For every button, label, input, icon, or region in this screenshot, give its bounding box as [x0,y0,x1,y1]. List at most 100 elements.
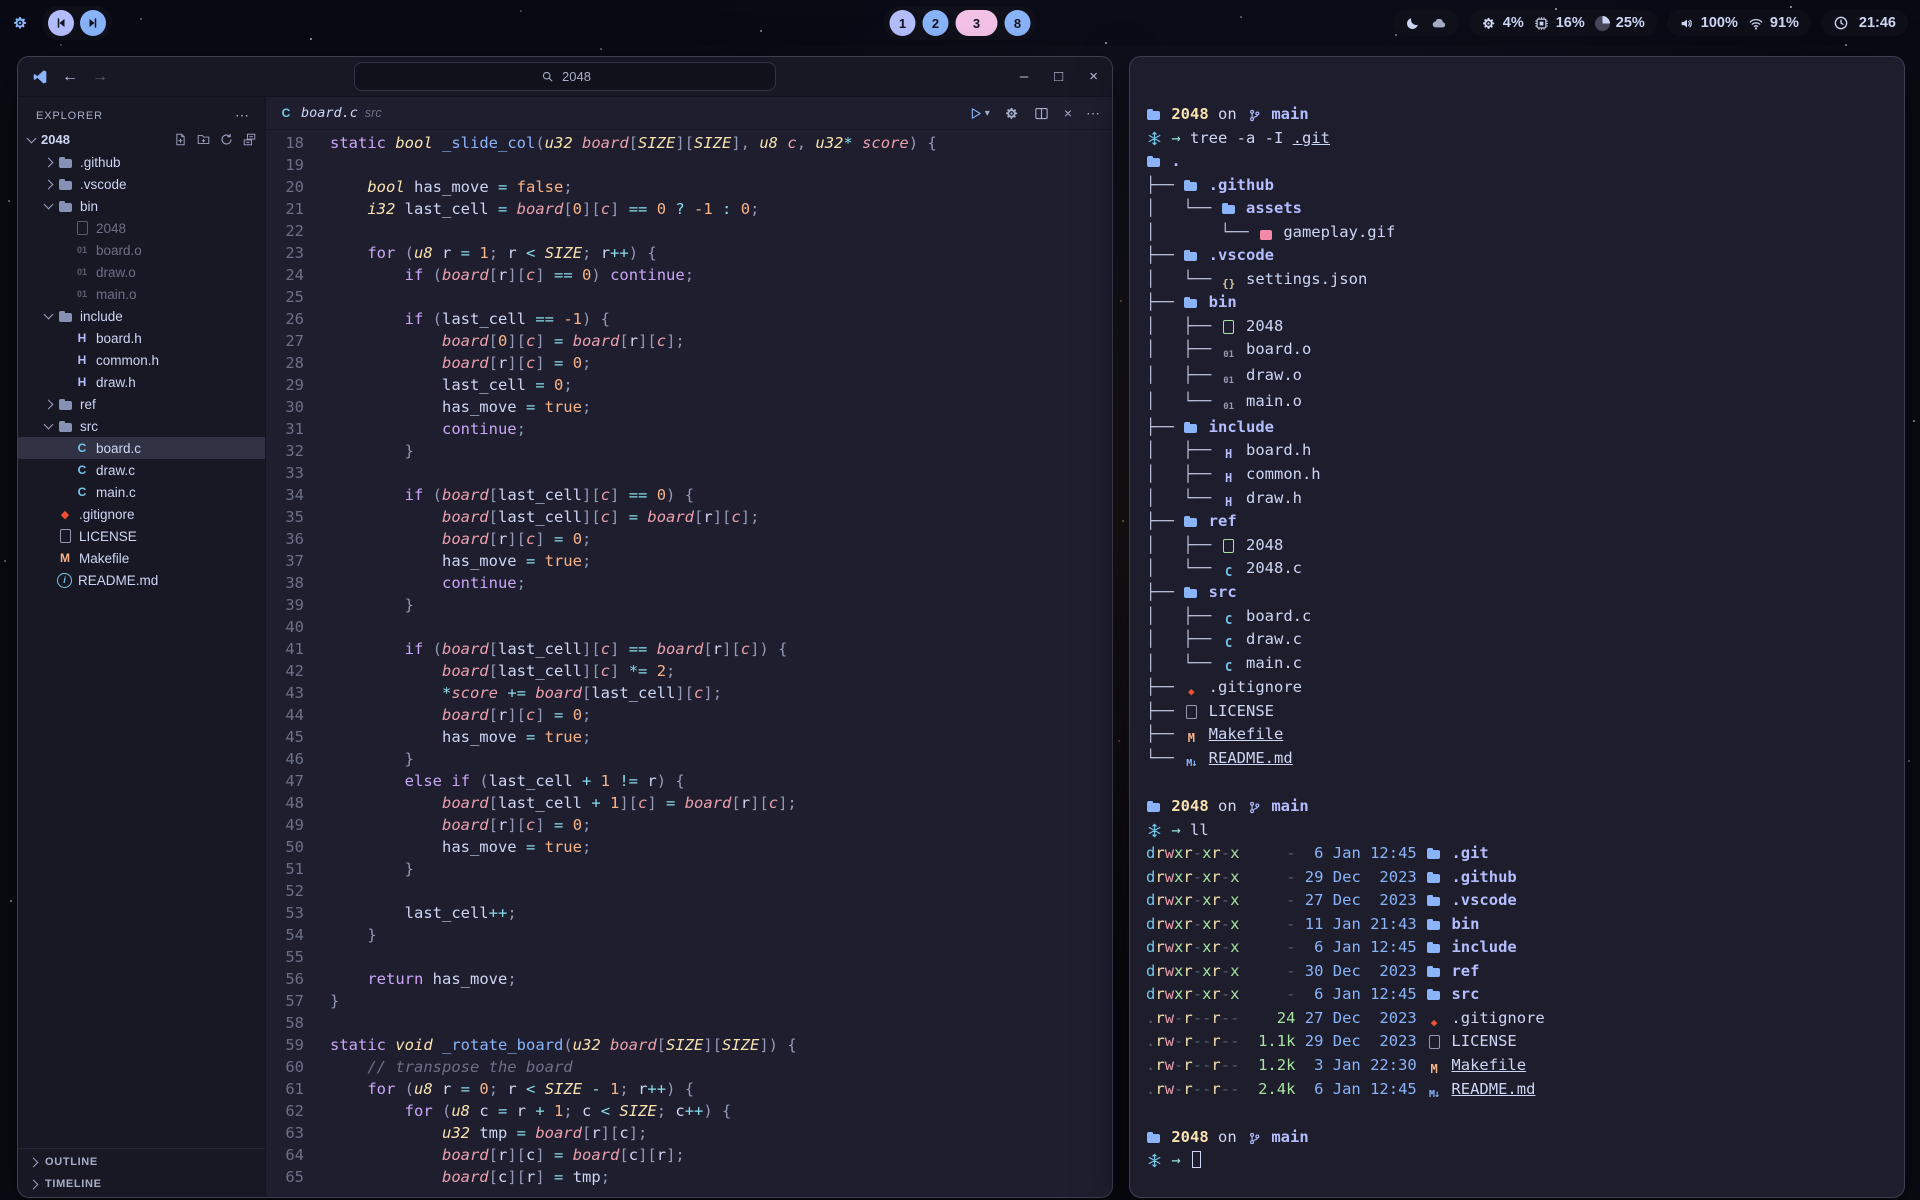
code-line[interactable]: 53 last_cell++; [266,902,1112,924]
new-file-button[interactable] [172,132,188,148]
code-line[interactable]: 23 for (u8 r = 1; r < SIZE; r++) { [266,242,1112,264]
code-line[interactable]: 64 board[r][c] = board[c][r]; [266,1144,1112,1166]
tree-item-main.c[interactable]: Cmain.c [18,481,265,503]
terminal-window[interactable]: 2048 on main → tree -a -I .git .├── .git… [1129,56,1905,1198]
command-center-search[interactable]: 2048 [354,62,776,91]
code-line[interactable]: 61 for (u8 r = 0; r < SIZE - 1; r++) { [266,1078,1112,1100]
tree-item-ref[interactable]: ref [18,393,265,415]
tree-item-draw.h[interactable]: Hdraw.h [18,371,265,393]
code-line[interactable]: 48 board[last_cell + 1][c] = board[r][c]… [266,792,1112,814]
tree-item-.github[interactable]: .github [18,151,265,173]
code-line[interactable]: 32 } [266,440,1112,462]
tree-item-include[interactable]: include [18,305,265,327]
run-file-button[interactable]: ▾ [968,105,990,121]
code-line[interactable]: 34 if (board[last_cell][c] == 0) { [266,484,1112,506]
tree-item-board.h[interactable]: Hboard.h [18,327,265,349]
code-line[interactable]: 36 board[r][c] = 0; [266,528,1112,550]
tree-item-.vscode[interactable]: .vscode [18,173,265,195]
vscode-titlebar[interactable]: ← → 2048 – □ × [18,57,1112,97]
workspace-3[interactable]: 3 [956,10,998,36]
tree-item-board.o[interactable]: 01board.o [18,239,265,261]
refresh-explorer-button[interactable] [218,132,234,148]
tree-item-.gitignore[interactable]: ◆.gitignore [18,503,265,525]
code-line[interactable]: 49 board[r][c] = 0; [266,814,1112,836]
code-line[interactable]: 46 } [266,748,1112,770]
workspace-2[interactable]: 2 [923,10,949,36]
os-logo-icon[interactable] [12,15,28,31]
code-line[interactable]: 20 bool has_move = false; [266,176,1112,198]
code-line[interactable]: 21 i32 last_cell = board[0][c] == 0 ? -1… [266,198,1112,220]
tree-item-2048[interactable]: 2048 [18,217,265,239]
code-line[interactable]: 56 return has_move; [266,968,1112,990]
code-line[interactable]: 26 if (last_cell == -1) { [266,308,1112,330]
code-line[interactable]: 25 [266,286,1112,308]
code-line[interactable]: 50 has_move = true; [266,836,1112,858]
explorer-more-button[interactable]: ⋯ [235,107,249,124]
minimize-button[interactable]: – [1020,68,1028,85]
code-line[interactable]: 30 has_move = true; [266,396,1112,418]
code-line[interactable]: 52 [266,880,1112,902]
code-line[interactable]: 55 [266,946,1112,968]
new-folder-button[interactable] [195,132,211,148]
code-line[interactable]: 65 board[c][r] = tmp; [266,1166,1112,1188]
tab-board.c[interactable]: C board.c src [278,105,382,121]
project-root-row[interactable]: 2048 [18,128,265,151]
audio-network[interactable]: 100% 91% [1667,10,1811,36]
tree-item-draw.c[interactable]: Cdraw.c [18,459,265,481]
split-editor-button[interactable] [1034,105,1050,121]
nav-forward-button[interactable]: → [92,68,108,86]
editor-more-button[interactable]: ⋯ [1086,105,1100,122]
media-next-button[interactable] [80,10,106,36]
code-line[interactable]: 62 for (u8 c = r + 1; c < SIZE; c++) { [266,1100,1112,1122]
code-line[interactable]: 27 board[0][c] = board[r][c]; [266,330,1112,352]
tree-item-src[interactable]: src [18,415,265,437]
code-line[interactable]: 38 continue; [266,572,1112,594]
code-line[interactable]: 35 board[last_cell][c] = board[r][c]; [266,506,1112,528]
tree-item-draw.o[interactable]: 01draw.o [18,261,265,283]
nav-back-button[interactable]: ← [62,68,78,86]
tree-item-common.h[interactable]: Hcommon.h [18,349,265,371]
code-line[interactable]: 54 } [266,924,1112,946]
code-line[interactable]: 43 *score += board[last_cell][c]; [266,682,1112,704]
code-line[interactable]: 31 continue; [266,418,1112,440]
code-line[interactable]: 40 [266,616,1112,638]
code-line[interactable]: 39 } [266,594,1112,616]
close-button[interactable]: × [1089,68,1098,85]
code-line[interactable]: 22 [266,220,1112,242]
tree-item-LICENSE[interactable]: LICENSE [18,525,265,547]
settings-gear-button[interactable] [1004,105,1020,121]
code-line[interactable]: 63 u32 tmp = board[r][c]; [266,1122,1112,1144]
code-line[interactable]: 60 // transpose the board [266,1056,1112,1078]
code-line[interactable]: 37 has_move = true; [266,550,1112,572]
code-line[interactable]: 33 [266,462,1112,484]
code-line[interactable]: 57} [266,990,1112,1012]
code-line[interactable]: 45 has_move = true; [266,726,1112,748]
maximize-button[interactable]: □ [1054,68,1063,85]
wifi-stat[interactable]: 91% [1748,15,1799,31]
tree-item-board.c[interactable]: Cboard.c [18,437,265,459]
code-line[interactable]: 58 [266,1012,1112,1034]
volume-stat[interactable]: 100% [1679,15,1738,31]
close-editor-button[interactable]: × [1064,105,1072,121]
code-line[interactable]: 28 board[r][c] = 0; [266,352,1112,374]
tree-item-main.o[interactable]: 01main.o [18,283,265,305]
code-line[interactable]: 47 else if (last_cell + 1 != r) { [266,770,1112,792]
code-line[interactable]: 18static bool _slide_col(u32 board[SIZE]… [266,132,1112,154]
tree-item-README.md[interactable]: iREADME.md [18,569,265,591]
collapse-folders-button[interactable] [241,132,257,148]
workspace-1[interactable]: 1 [890,10,916,36]
timeline-panel[interactable]: TIMELINE [18,1173,265,1195]
tree-item-bin[interactable]: bin [18,195,265,217]
code-line[interactable]: 24 if (board[r][c] == 0) continue; [266,264,1112,286]
code-line[interactable]: 19 [266,154,1112,176]
outline-panel[interactable]: OUTLINE [18,1151,265,1173]
media-prev-button[interactable] [48,10,74,36]
code-line[interactable]: 41 if (board[last_cell][c] == board[r][c… [266,638,1112,660]
tree-item-Makefile[interactable]: MMakefile [18,547,265,569]
workspace-8[interactable]: 8 [1005,10,1031,36]
code-line[interactable]: 29 last_cell = 0; [266,374,1112,396]
code-line[interactable]: 59static void _rotate_board(u32 board[SI… [266,1034,1112,1056]
code-line[interactable]: 42 board[last_cell][c] *= 2; [266,660,1112,682]
code-line[interactable]: 51 } [266,858,1112,880]
code-line[interactable]: 44 board[r][c] = 0; [266,704,1112,726]
